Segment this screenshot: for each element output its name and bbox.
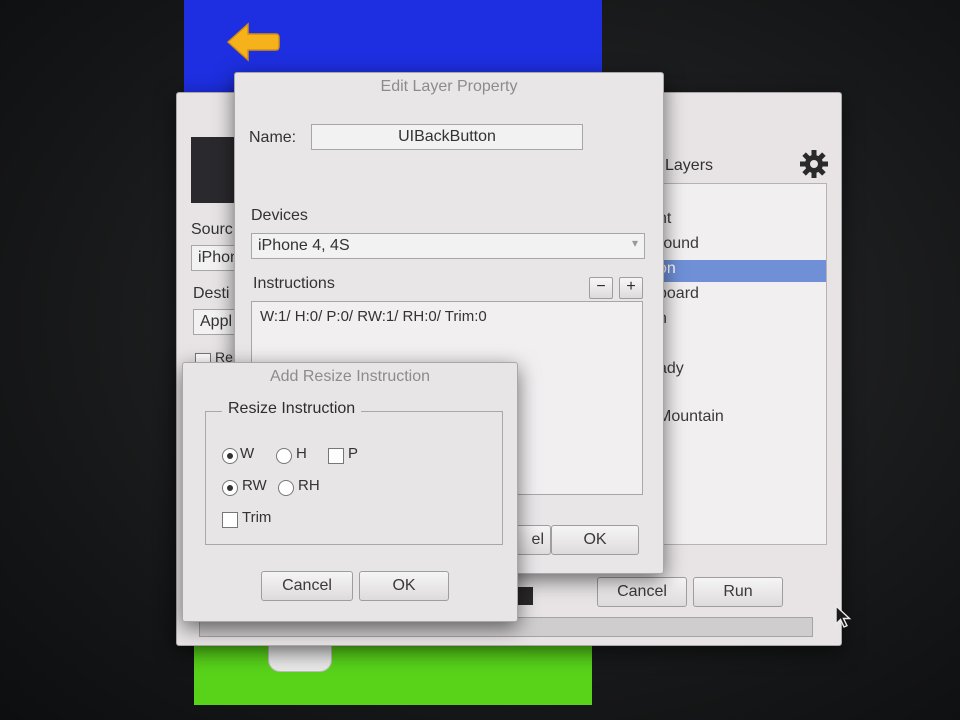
name-input[interactable]: UIBackButton [311, 124, 583, 150]
h-radio[interactable] [276, 448, 292, 464]
add-resize-instruction-dialog: Add Resize Instruction Resize Instructio… [182, 362, 518, 622]
layers-selection [652, 260, 826, 282]
edit-dialog-title: Edit Layer Property [380, 78, 518, 95]
source-value: iPhon [198, 249, 239, 266]
rh-label: RH [298, 477, 320, 494]
p-checkbox[interactable] [328, 448, 344, 464]
preview-thumbnail [191, 137, 237, 203]
layer-item[interactable]: board [658, 285, 699, 303]
p-label: P [348, 445, 359, 462]
layer-item[interactable]: round [658, 235, 699, 253]
destination-label: Desti [193, 285, 230, 302]
canvas-bottom-green [194, 645, 592, 705]
trim-label: Trim [242, 509, 272, 526]
resize-instruction-group: Resize Instruction W H P RW RH Trim [205, 400, 503, 545]
name-label: Name: [249, 129, 297, 146]
resize-group-legend: Resize Instruction [222, 400, 362, 418]
h-label: H [296, 445, 307, 462]
run-button[interactable]: Run [693, 577, 783, 607]
destination-value: Appl [200, 313, 233, 330]
name-value: UIBackButton [398, 128, 496, 145]
rw-label: RW [242, 477, 267, 494]
resize-dialog-title: Add Resize Instruction [269, 368, 431, 385]
main-cancel-button[interactable]: Cancel [597, 577, 687, 607]
instructions-label: Instructions [253, 275, 335, 292]
resize-ok-button[interactable]: OK [359, 571, 449, 601]
gear-icon[interactable] [799, 149, 829, 179]
remove-instruction-button[interactable]: − [589, 277, 613, 299]
mouse-pointer-icon [835, 604, 852, 628]
phone-home-tab [268, 645, 332, 672]
w-label: W [240, 445, 255, 462]
edit-ok-button[interactable]: OK [551, 525, 639, 555]
back-arrow-icon [226, 22, 280, 62]
devices-select[interactable]: iPhone 4, 4S ▾ [251, 233, 645, 259]
add-instruction-button[interactable]: + [619, 277, 643, 299]
layers-title: Layers [665, 157, 714, 174]
resize-cancel-button[interactable]: Cancel [261, 571, 353, 601]
trim-checkbox[interactable] [222, 512, 238, 528]
chevron-down-icon: ▾ [631, 236, 638, 250]
w-radio[interactable] [222, 448, 238, 464]
devices-label: Devices [251, 207, 308, 224]
device-selected: iPhone 4, 4S [258, 237, 350, 254]
instruction-item[interactable]: W:1/ H:0/ P:0/ RW:1/ RH:0/ Trim:0 [260, 308, 487, 325]
layers-list[interactable]: ht round on board n ady Mountain [651, 183, 827, 545]
layer-item[interactable]: Mountain [658, 408, 724, 426]
rh-radio[interactable] [278, 480, 294, 496]
source-label: Sourc [191, 221, 233, 238]
rw-radio[interactable] [222, 480, 238, 496]
